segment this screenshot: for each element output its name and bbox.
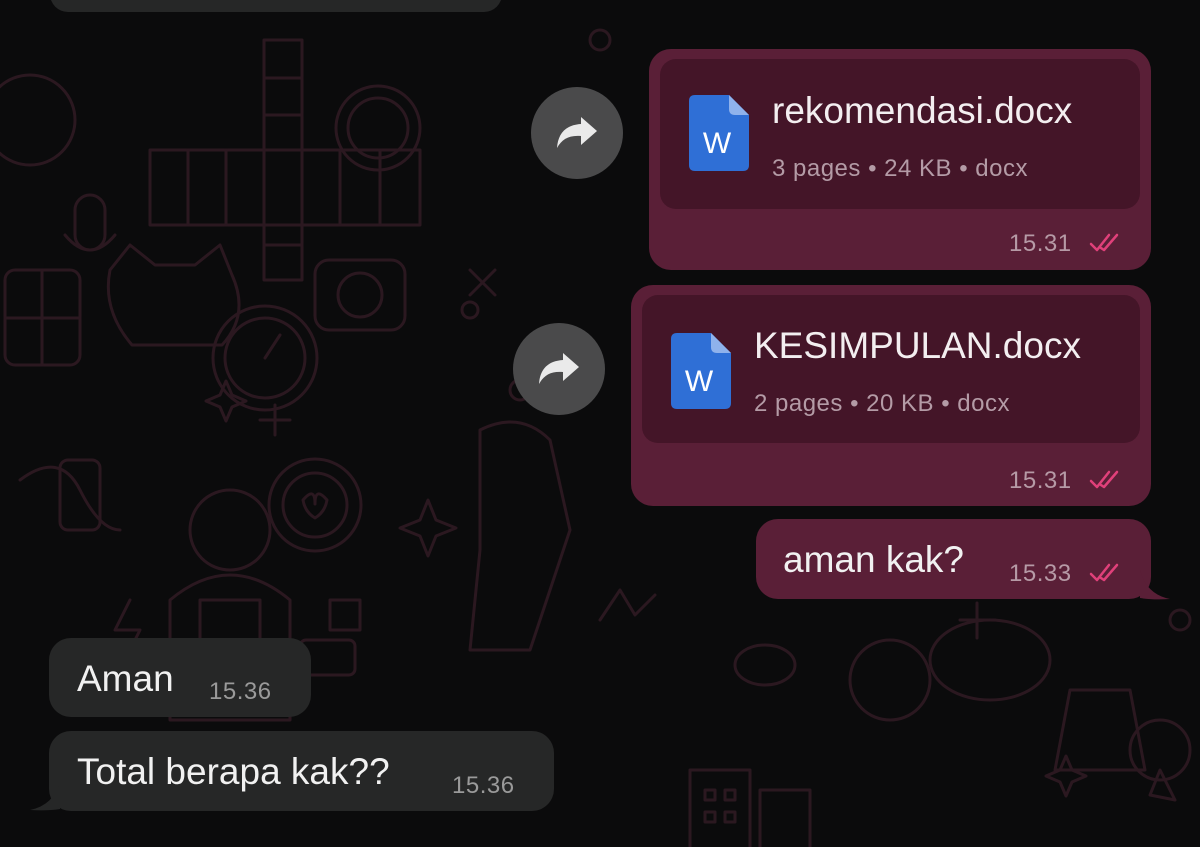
double-check-icon [1089, 233, 1119, 252]
bubble-tail [30, 781, 60, 811]
document-card[interactable]: W rekomendasi.docx 3 pages • 24 KB • doc… [660, 59, 1140, 209]
text-message-bubble[interactable]: Aman 15.36 [49, 638, 311, 717]
double-check-icon [1089, 470, 1119, 489]
word-document-icon: W [671, 333, 731, 409]
document-message-bubble[interactable]: W rekomendasi.docx 3 pages • 24 KB • doc… [649, 49, 1151, 270]
double-check-icon [1089, 563, 1119, 582]
forward-icon [539, 353, 579, 384]
forward-button[interactable] [531, 87, 623, 179]
previous-message-bubble[interactable] [50, 0, 502, 12]
forward-button[interactable] [513, 323, 605, 415]
document-file-meta: 2 pages • 20 KB • docx [754, 390, 1010, 417]
bubble-tail [1140, 570, 1170, 600]
word-letter: W [685, 365, 714, 398]
message-text: aman kak? [783, 539, 964, 580]
text-message-bubble[interactable]: Total berapa kak?? 15.36 [49, 731, 554, 811]
text-message-bubble[interactable]: aman kak? 15.33 [756, 519, 1151, 599]
message-time: 15.36 [209, 678, 272, 705]
document-card[interactable]: W KESIMPULAN.docx 2 pages • 20 KB • docx [642, 295, 1140, 443]
message-time: 15.36 [452, 772, 515, 799]
document-file-name: rekomendasi.docx [772, 90, 1073, 131]
document-message-bubble[interactable]: W KESIMPULAN.docx 2 pages • 20 KB • docx… [631, 285, 1151, 506]
word-letter: W [703, 127, 732, 160]
message-time: 15.31 [1009, 230, 1072, 257]
forward-icon [557, 117, 597, 148]
word-document-icon: W [689, 95, 749, 171]
document-file-meta: 3 pages • 24 KB • docx [772, 155, 1028, 182]
message-time: 15.33 [1009, 560, 1072, 587]
message-text: Aman [77, 658, 174, 699]
message-text: Total berapa kak?? [77, 751, 390, 792]
document-file-name: KESIMPULAN.docx [754, 325, 1081, 366]
message-time: 15.31 [1009, 467, 1072, 494]
